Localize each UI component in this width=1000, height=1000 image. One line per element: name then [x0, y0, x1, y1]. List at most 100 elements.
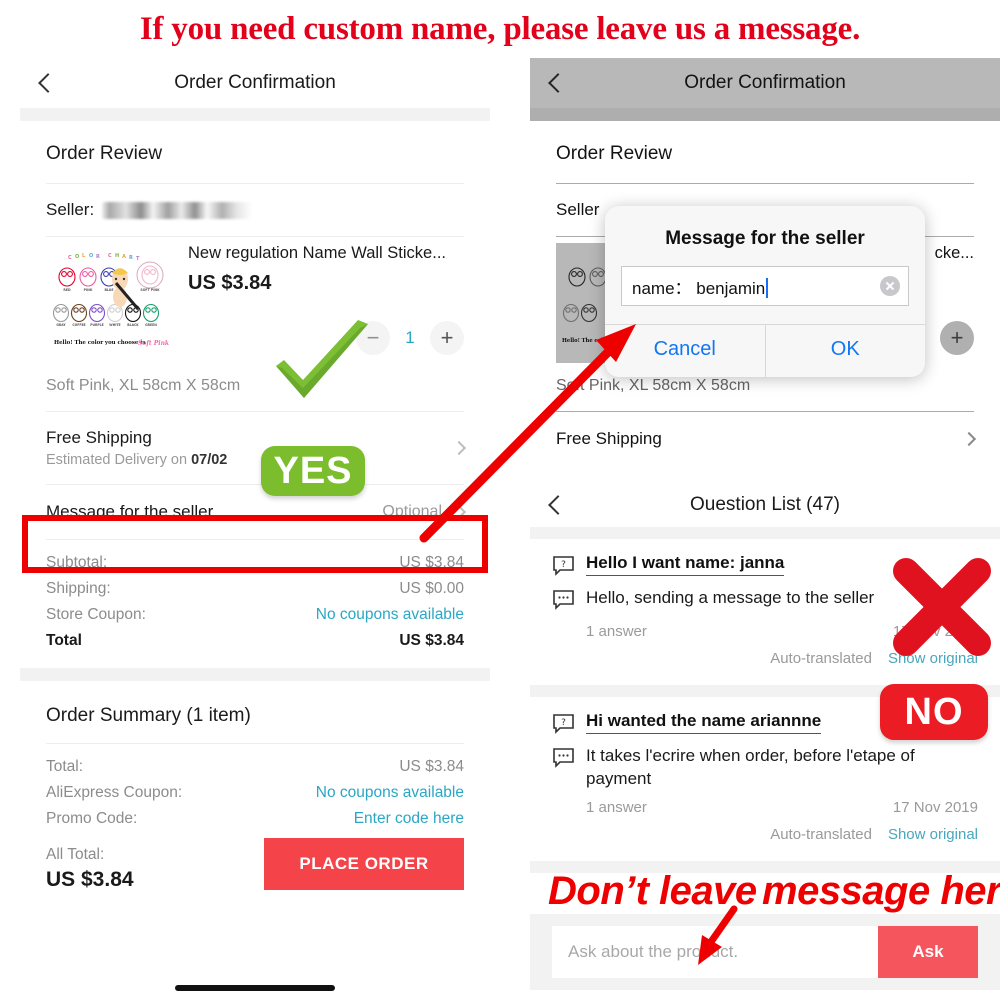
chevron-left-icon[interactable]	[544, 494, 566, 516]
dialog-actions: Cancel OK	[605, 324, 925, 377]
shipping-title: Free Shipping	[556, 429, 662, 448]
question-item[interactable]: ? Hello I want name: janna Hello, sendin…	[530, 539, 1000, 675]
question-separator	[530, 685, 1000, 697]
question-date: 17 Nov 2019	[892, 798, 978, 816]
svg-text:?: ?	[561, 560, 566, 570]
left-navbar: Order Confirmation	[20, 58, 490, 108]
translation-row: Auto-translated Show original	[552, 640, 978, 667]
text-cursor	[766, 277, 769, 298]
summary-key: Promo Code:	[46, 810, 138, 827]
shipping-chevron[interactable]	[451, 440, 467, 456]
chevron-left-icon[interactable]	[544, 72, 566, 94]
svg-text:O: O	[75, 254, 79, 260]
order-review-heading: Order Review	[46, 143, 163, 164]
question-list-title: Ouestion List (47)	[690, 494, 840, 515]
total-value: US $0.00	[399, 580, 464, 597]
answer-bubble-icon	[552, 748, 576, 773]
promo-code-link[interactable]: Enter code here	[354, 810, 464, 828]
summary-line: AliExpress Coupon: No coupons available	[20, 780, 490, 806]
show-original-link[interactable]: Show original	[888, 826, 978, 843]
answer-text: Hello, sending a message to the seller	[586, 588, 875, 607]
summary-value: US $3.84	[399, 758, 464, 775]
svg-text:Hello! The color you choose is: Hello! The color you choose is	[54, 340, 145, 346]
question-text: Hello I want name: janna	[586, 553, 785, 576]
home-indicator	[175, 985, 335, 991]
cancel-button[interactable]: Cancel	[605, 325, 765, 377]
seller-label: Seller	[556, 200, 600, 219]
message-row-label: Message for the seller	[46, 502, 214, 521]
page-title: Order Confirmation	[684, 72, 846, 93]
quantity-value: 1	[405, 328, 415, 347]
navbar-divider	[530, 527, 1000, 539]
question-bubble-icon: ?	[552, 714, 576, 739]
quantity-stepper[interactable]: − 1 +	[356, 321, 464, 355]
summary-line: Promo Code: Enter code here	[20, 806, 490, 832]
ask-button[interactable]: Ask	[878, 926, 978, 978]
svg-text:C: C	[68, 255, 72, 261]
total-value: US $3.84	[399, 554, 464, 571]
color-chart-owl-image: CO LO R CH AR T RED PINK BLUE SOFT PINK …	[46, 243, 174, 363]
svg-text:PURPLE: PURPLE	[90, 323, 104, 327]
auto-translated-label: Auto-translated	[770, 825, 872, 843]
answer-bubble-icon	[552, 590, 576, 615]
total-line: Subtotal: US $3.84	[20, 550, 490, 576]
chevron-right-icon	[451, 440, 467, 456]
store-coupon-link[interactable]: No coupons available	[316, 606, 464, 624]
quantity-increase-button: +	[940, 321, 974, 355]
svg-text:?: ?	[561, 718, 566, 728]
svg-text:A: A	[122, 254, 126, 260]
seller-name-blurred	[102, 201, 253, 219]
svg-text:PINK: PINK	[84, 288, 93, 292]
seller-row[interactable]: Seller:	[20, 184, 490, 236]
ok-button[interactable]: OK	[764, 325, 926, 377]
translation-row: Auto-translated Show original	[552, 816, 978, 843]
quantity-increase-button[interactable]: +	[430, 321, 464, 355]
top-banner-text: If you need custom name, please leave us…	[139, 10, 861, 47]
quantity-stepper: +	[940, 321, 974, 355]
summary-line: Total: US $3.84	[20, 754, 490, 780]
question-list-card: Ouestion List (47) ? Hello I want name: …	[530, 483, 1000, 1000]
show-original-link[interactable]: Show original	[888, 650, 978, 667]
svg-text:RED: RED	[63, 288, 71, 292]
svg-text:GREEN: GREEN	[145, 323, 157, 327]
question-item[interactable]: ? Hi wanted the name ariannne It takes l…	[530, 697, 1000, 851]
auto-translated-label: Auto-translated	[770, 650, 872, 667]
total-key: Store Coupon:	[46, 606, 146, 623]
message-row-value-group: Optional	[382, 503, 467, 521]
shipping-row: Free Shipping	[530, 412, 1000, 466]
question-meta: 1 answer 17 Nov 2019	[552, 615, 978, 640]
clear-circle-icon[interactable]	[880, 276, 900, 296]
product-variant: Soft Pink, XL 58cm X 58cm	[46, 377, 241, 394]
product-price: US $3.84	[188, 272, 272, 295]
aliexpress-coupon-link[interactable]: No coupons available	[316, 784, 464, 802]
page-title: Order Confirmation	[174, 72, 336, 93]
ask-input[interactable]: Ask about the product.	[552, 926, 878, 978]
summary-list: Total: US $3.84 AliExpress Coupon: No coup…	[20, 744, 490, 832]
svg-text:SOFT PINK: SOFT PINK	[140, 288, 160, 292]
quantity-decrease-button[interactable]: −	[356, 321, 390, 355]
dialog-text-field[interactable]: name： benjamin	[621, 266, 909, 306]
svg-text:GRAY: GRAY	[56, 323, 66, 327]
ask-bar: Ask about the product. Ask	[530, 914, 1000, 990]
answer-text: It takes l'ecrire when order, before l'e…	[586, 746, 915, 788]
seller-label: Seller:	[46, 200, 95, 219]
question-line: ? Hello I want name: janna	[552, 553, 978, 581]
summary-key: AliExpress Coupon:	[46, 784, 183, 801]
message-for-seller-dialog: Message for the seller name： benjamin Ca…	[605, 206, 925, 377]
chevron-right-icon	[961, 431, 977, 447]
message-for-seller-row[interactable]: Message for the seller Optional	[20, 485, 490, 539]
total-key: Subtotal:	[46, 554, 108, 571]
chevron-left-icon[interactable]	[34, 72, 56, 94]
navbar-divider	[530, 108, 1000, 121]
message-input-value[interactable]: name： benjamin	[632, 274, 880, 299]
svg-text:R: R	[129, 255, 133, 261]
message-row-value: Optional	[382, 503, 442, 520]
svg-text:Soft Pink: Soft Pink	[138, 340, 169, 347]
product-thumbnail[interactable]: CO LO R CH AR T RED PINK BLUE SOFT PINK …	[46, 243, 174, 363]
place-order-button[interactable]: PLACE ORDER	[264, 838, 464, 890]
shipping-row[interactable]: Free Shipping Estimated Delivery on 07/0…	[20, 412, 490, 484]
svg-text:T: T	[136, 256, 140, 262]
svg-text:O: O	[89, 253, 93, 259]
order-item-row[interactable]: CO LO R CH AR T RED PINK BLUE SOFT PINK …	[20, 237, 490, 363]
question-bubble-icon: ?	[552, 556, 576, 581]
